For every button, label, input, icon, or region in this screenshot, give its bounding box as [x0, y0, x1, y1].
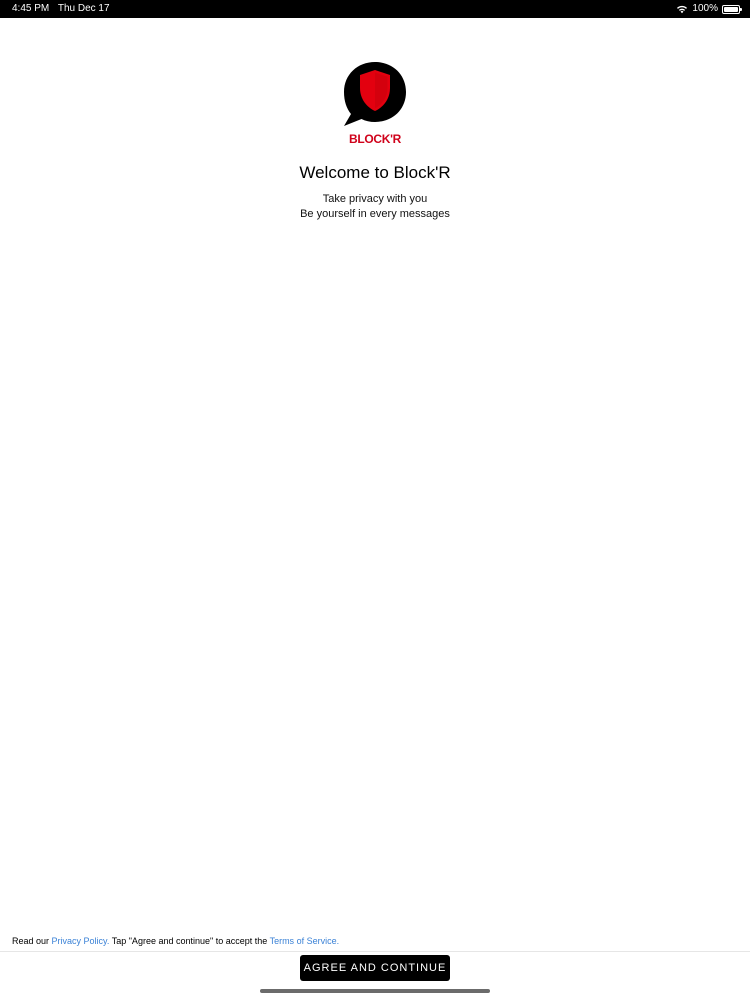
status-time: 4:45 PM	[12, 3, 50, 14]
status-left: 4:45 PM Thu Dec 17	[12, 0, 116, 18]
footer-divider	[0, 951, 750, 952]
legal-notice: Read our Privacy Policy. Tap "Agree and …	[12, 936, 339, 946]
status-right: 100%	[676, 0, 742, 18]
status-date: Thu Dec 17	[57, 3, 110, 14]
tagline-primary: Take privacy with you	[322, 193, 428, 205]
tagline-secondary: Be yourself in every messages	[300, 208, 450, 220]
home-indicator[interactable]	[260, 989, 490, 993]
page-title: Welcome to Block'R	[299, 163, 451, 182]
terms-of-service-link[interactable]: Terms of Service.	[270, 936, 340, 946]
app-logo: BLOCK'R	[338, 58, 412, 148]
battery-icon	[722, 4, 742, 14]
agree-and-continue-button[interactable]: AGREE AND CONTINUE	[300, 955, 450, 981]
status-bar: 4:45 PM Thu Dec 17 100%	[0, 0, 750, 18]
chat-bubble-shield-icon	[344, 62, 406, 126]
wifi-icon	[677, 5, 688, 14]
battery-percent: 100%	[692, 3, 718, 14]
legal-prefix: Read our	[12, 936, 52, 946]
logo-wordmark: BLOCK'R	[348, 132, 402, 146]
privacy-policy-link[interactable]: Privacy Policy.	[52, 936, 110, 946]
welcome-screen: 4:45 PM Thu Dec 17 100% BLOCK'R Welcome …	[0, 0, 750, 1000]
battery-fill	[724, 6, 738, 12]
legal-middle: Tap "Agree and continue" to accept the	[109, 936, 270, 946]
